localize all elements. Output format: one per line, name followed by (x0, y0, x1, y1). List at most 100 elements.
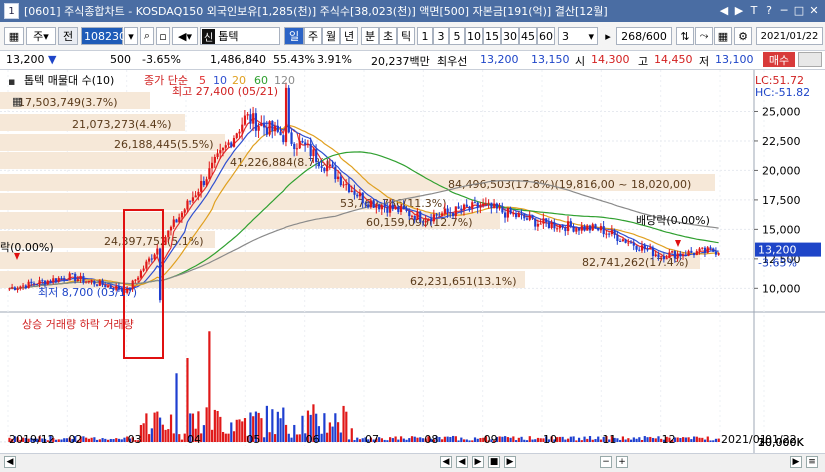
candle-body (651, 247, 655, 257)
volume-profile-label: 82,741,262(17.4%) (582, 256, 689, 269)
stock-chart[interactable]: 17,503,749(3.7%) 21,073,273(4.4%) 26,188,4… (0, 70, 825, 453)
prev-icon[interactable]: ◀ (717, 3, 731, 18)
volume-bar (161, 424, 164, 442)
volume-bar (54, 439, 58, 442)
chart-compare-icon[interactable]: ⤳ (695, 27, 713, 45)
price-value: 13,200 ▼ (6, 53, 56, 66)
next-icon[interactable]: ▶ (732, 3, 746, 18)
candle-body (588, 225, 592, 231)
interval-5[interactable]: 5 (449, 27, 465, 45)
sell-button[interactable] (798, 52, 822, 67)
prev-icon[interactable]: ◀ (456, 456, 468, 468)
open-label: 시 (575, 55, 586, 68)
period-second[interactable]: 초 (379, 27, 397, 45)
volume-bar (211, 429, 214, 442)
sound-icon[interactable]: ◀▾ (172, 27, 198, 45)
period-tick[interactable]: 틱 (397, 27, 415, 45)
search-icon[interactable]: ⌕ (140, 27, 154, 45)
low-note: 최저 8,700 (03/17) (38, 286, 137, 299)
volume-bar (413, 436, 416, 442)
buy-button[interactable]: 매수 (763, 52, 795, 67)
first-icon[interactable]: ◀ (440, 456, 452, 468)
close-icon[interactable]: ✕ (807, 3, 821, 18)
layout-icon[interactable]: ▦ (4, 27, 24, 45)
interval-10[interactable]: 10 (465, 27, 483, 45)
volume-bar (98, 439, 101, 442)
chart-scrollbar[interactable]: ◀ ◀ ◀ ▶ ■ ▶ − + ▶ ≡ (0, 453, 825, 472)
count-field[interactable]: 268/600 (616, 27, 672, 45)
interval-45[interactable]: 45 (519, 27, 537, 45)
date-field[interactable]: 2021/01/22 (756, 27, 823, 45)
candle-body (441, 213, 444, 216)
volume-bar (619, 439, 622, 442)
chart-area[interactable]: 17,503,749(3.7%) 21,073,273(4.4%) 26,188,4… (0, 70, 825, 460)
scroll-right-icon[interactable]: ▶ (790, 456, 802, 468)
text-icon[interactable]: T (747, 3, 761, 18)
candle-body (621, 239, 624, 242)
period-week[interactable]: 주 (304, 27, 322, 45)
scroll-left-icon[interactable]: ◀ (4, 456, 16, 468)
volume-bar (386, 440, 389, 442)
x-axis-tick: 01/22 (765, 433, 797, 446)
candle-body (194, 195, 197, 198)
market-type-button[interactable]: 전 (58, 27, 78, 45)
candle-body (30, 281, 33, 284)
settings-icon[interactable]: ≡ (806, 456, 818, 468)
market-select[interactable]: 주 ▾ (26, 27, 56, 45)
maximize-icon[interactable]: □ (792, 3, 806, 18)
volume-profile-label: 24,397,752(5.1%) (104, 235, 204, 248)
zoom-in-icon[interactable]: + (616, 456, 628, 468)
interval-3[interactable]: 3 (433, 27, 449, 45)
chart-toggle-icon[interactable]: ▪ (8, 75, 15, 88)
volume-bar (416, 437, 419, 442)
volume-bar (282, 407, 285, 442)
candle-body (328, 164, 331, 167)
play-icon[interactable]: ▶ (472, 456, 484, 468)
grid-icon[interactable]: ▦ (714, 27, 732, 45)
candle-body (703, 247, 707, 253)
volume-bar (323, 413, 326, 442)
stock-code-input[interactable]: 108230 (81, 27, 126, 45)
candle-body (446, 208, 449, 213)
arrow-icon[interactable]: ▸ (602, 27, 614, 45)
stock-name-field[interactable]: 신 톱텍 (200, 27, 280, 45)
interval-1[interactable]: 1 (417, 27, 433, 45)
period-month[interactable]: 월 (322, 27, 340, 45)
zoom-out-icon[interactable]: − (600, 456, 612, 468)
candle-body (227, 142, 230, 146)
interval-60[interactable]: 60 (537, 27, 555, 45)
interval-select[interactable]: 3 ▾ (558, 27, 598, 45)
period-year[interactable]: 년 (340, 27, 358, 45)
minimize-icon[interactable]: ─ (777, 3, 791, 18)
candle-body (599, 226, 603, 231)
candle-body (668, 252, 671, 259)
gear-icon[interactable]: ⚙ (734, 27, 752, 45)
volume-bar (230, 422, 233, 442)
volume-bar (624, 439, 627, 442)
calculator-icon[interactable]: ▦ (12, 95, 22, 108)
chart-tool-icon[interactable]: ⇅ (676, 27, 694, 45)
candle-body (331, 164, 334, 167)
volume-bar (514, 440, 518, 442)
change-pct: -3.65% (142, 53, 181, 66)
interval-select-value: 3 (562, 29, 569, 43)
stop-icon[interactable]: ■ (488, 456, 500, 468)
help-icon[interactable]: ? (762, 3, 776, 18)
code-dropdown-icon[interactable]: ▾ (124, 27, 138, 45)
volume-bar (60, 439, 63, 442)
candle-body (230, 142, 233, 147)
candle-body (572, 226, 575, 232)
lock-icon[interactable]: ▫ (156, 27, 170, 45)
volume-bar (654, 438, 657, 442)
candle-body (336, 176, 340, 180)
window-controls: ◀ ▶ T ? ─ □ ✕ (717, 3, 821, 18)
period-day[interactable]: 일 (284, 27, 304, 45)
candle-body (268, 121, 271, 135)
period-minute[interactable]: 분 (361, 27, 379, 45)
candle-body (87, 281, 90, 283)
interval-30[interactable]: 30 (501, 27, 519, 45)
interval-15[interactable]: 15 (483, 27, 501, 45)
candle-body (432, 214, 436, 222)
next-icon[interactable]: ▶ (504, 456, 516, 468)
volume-bar (452, 435, 455, 442)
